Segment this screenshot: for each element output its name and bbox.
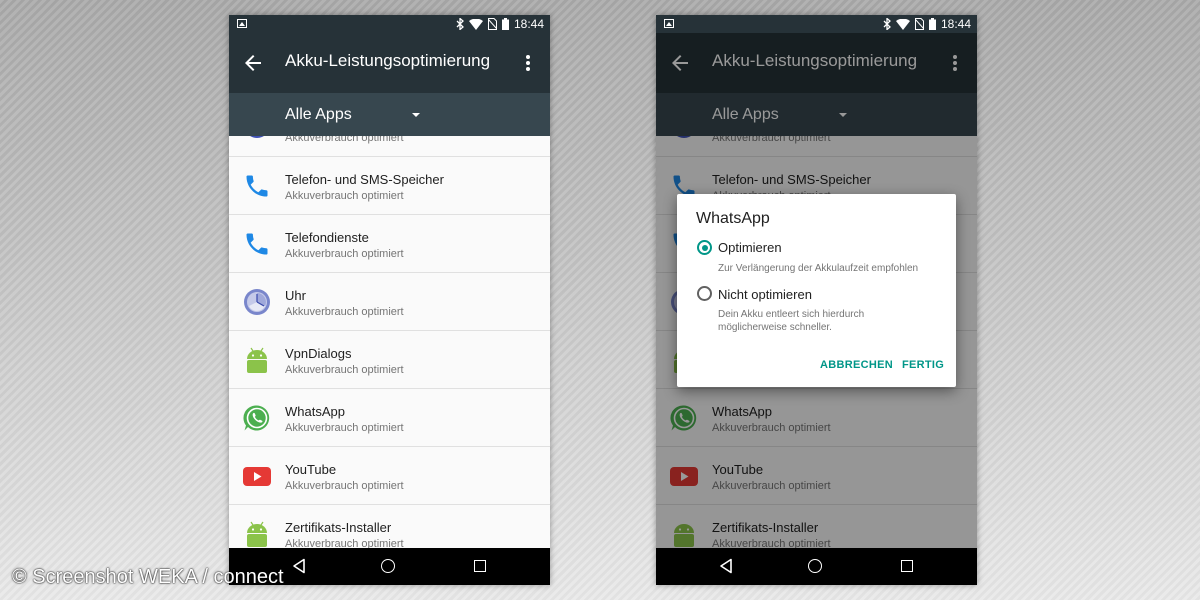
list-item-title: Telefondienste	[285, 230, 369, 245]
list-item-title: Uhr	[285, 288, 306, 303]
list-item[interactable]: VpnDialogs Akkuverbrauch optimiert	[229, 331, 550, 389]
radio-dont-optimize[interactable]	[697, 286, 712, 301]
dialog-title: WhatsApp	[696, 210, 770, 227]
list-item-title: YouTube	[285, 462, 337, 477]
list-item[interactable]: Akkuverbrauch optimiert	[229, 136, 550, 157]
no-sim-icon	[914, 18, 924, 30]
list-item-subtitle: Akkuverbrauch optimiert	[285, 480, 404, 492]
list-item-title: VpnDialogs	[285, 346, 352, 361]
whatsapp-icon	[243, 405, 270, 431]
battery-icon	[928, 18, 936, 30]
status-time: 18:44	[513, 17, 544, 31]
app-bar: Akku-Leistungsoptimierung	[229, 33, 550, 93]
battery-optimization-dialog: WhatsApp Optimieren Zur Verlängerung der…	[677, 194, 956, 387]
android-icon	[247, 521, 267, 547]
list-item[interactable]: YouTube Akkuverbrauch optimiert	[229, 447, 550, 505]
list-item-subtitle: Akkuverbrauch optimiert	[285, 306, 404, 318]
clock-icon	[244, 289, 270, 315]
option-optimize-label[interactable]: Optimieren	[718, 240, 782, 255]
android-icon	[247, 347, 267, 373]
phone-screen-app-list: 18:44 Akku-Leistungsoptimierung Alle App…	[229, 15, 550, 585]
nav-home-icon[interactable]	[381, 559, 395, 573]
status-bar: 18:44	[656, 15, 977, 33]
nav-back-icon[interactable]	[719, 558, 733, 574]
radio-optimize[interactable]	[697, 240, 712, 255]
list-item-subtitle: Akkuverbrauch optimiert	[285, 248, 404, 260]
phone-icon	[246, 233, 268, 255]
youtube-icon	[243, 467, 271, 486]
app-icon	[250, 136, 264, 138]
list-item-title: Zertifikats-Installer	[285, 520, 392, 535]
battery-icon	[501, 18, 509, 30]
status-time: 18:44	[940, 17, 971, 31]
more-options-icon[interactable]	[516, 51, 540, 75]
list-item-subtitle: Akkuverbrauch optimiert	[285, 136, 404, 144]
wifi-icon	[468, 18, 483, 30]
bluetooth-icon	[883, 18, 891, 30]
list-item-subtitle: Akkuverbrauch optimiert	[285, 364, 404, 376]
nav-home-icon[interactable]	[808, 559, 822, 573]
option-dont-optimize-label[interactable]: Nicht optimieren	[718, 287, 812, 302]
app-list: Akkuverbrauch optimiert Telefon- und SMS…	[229, 136, 550, 563]
nav-recents-icon[interactable]	[474, 560, 486, 572]
page-title: Akku-Leistungsoptimierung	[285, 51, 491, 70]
list-item[interactable]: Uhr Akkuverbrauch optimiert	[229, 273, 550, 331]
list-item[interactable]: Telefon- und SMS-Speicher Akkuverbrauch …	[229, 157, 550, 215]
image-notification-icon	[664, 19, 674, 28]
wifi-icon	[895, 18, 910, 30]
list-item-title: WhatsApp	[285, 404, 345, 419]
no-sim-icon	[487, 18, 497, 30]
caret-down-icon	[412, 113, 420, 117]
list-item-title: Telefon- und SMS-Speicher	[285, 172, 444, 187]
filter-selected-label: Alle Apps	[285, 106, 352, 123]
image-notification-icon	[237, 19, 247, 28]
phone-icon	[246, 175, 268, 197]
navigation-bar	[656, 548, 977, 585]
phone-screen-dialog: 18:44 Akku-Leistungsoptimierung Alle App…	[656, 15, 977, 585]
list-item[interactable]: Telefondienste Akkuverbrauch optimiert	[229, 215, 550, 273]
list-item[interactable]: WhatsApp Akkuverbrauch optimiert	[229, 389, 550, 447]
filter-dropdown[interactable]: Alle Apps	[229, 93, 550, 136]
option-dont-optimize-description: Dein Akku entleert sich hierdurch möglic…	[718, 309, 865, 333]
bluetooth-icon	[456, 18, 464, 30]
done-button[interactable]: FERTIG	[902, 359, 944, 371]
nav-back-icon[interactable]	[292, 558, 306, 574]
cancel-button[interactable]: ABBRECHEN	[820, 359, 893, 371]
nav-recents-icon[interactable]	[901, 560, 913, 572]
list-item-subtitle: Akkuverbrauch optimiert	[285, 422, 404, 434]
back-arrow-icon[interactable]	[241, 51, 265, 75]
status-bar: 18:44	[229, 15, 550, 33]
option-optimize-description: Zur Verlängerung der Akkulaufzeit empfoh…	[718, 263, 919, 274]
list-item-subtitle: Akkuverbrauch optimiert	[285, 190, 404, 202]
copyright-watermark: © Screenshot WEKA / connect	[12, 566, 284, 588]
